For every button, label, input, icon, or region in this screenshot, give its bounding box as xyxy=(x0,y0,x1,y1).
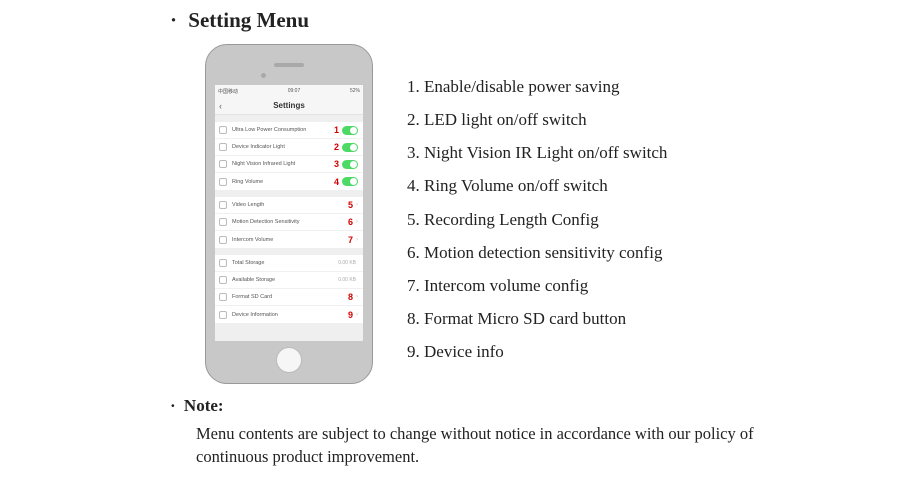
toggle-switch[interactable] xyxy=(342,126,358,135)
legend-item: 8. Format Micro SD card button xyxy=(407,302,667,335)
chevron-right-icon: › xyxy=(356,294,358,300)
row-icon xyxy=(219,126,227,134)
row-callout-number: 2 xyxy=(334,142,339,152)
settings-row: Total Storage0.00 KB xyxy=(215,255,363,272)
settings-row[interactable]: Device Indicator Light2 xyxy=(215,139,363,156)
note-body: Menu contents are subject to change with… xyxy=(196,422,756,468)
row-label: Available Storage xyxy=(232,277,338,283)
toggle-switch[interactable] xyxy=(342,160,358,169)
row-label: Format SD Card xyxy=(232,294,348,300)
row-label: Device Indicator Light xyxy=(232,144,334,150)
legend-item: 1. Enable/disable power saving xyxy=(407,70,667,103)
toggle-switch[interactable] xyxy=(342,177,358,186)
home-button[interactable] xyxy=(276,347,302,373)
toggle-switch[interactable] xyxy=(342,143,358,152)
nav-title: Settings xyxy=(273,101,305,110)
settings-row[interactable]: Ultra Low Power Consumption1 xyxy=(215,122,363,139)
chevron-right-icon: › xyxy=(356,237,358,243)
row-icon xyxy=(219,311,227,319)
settings-row[interactable]: Motion Detection Sensitivity6› xyxy=(215,214,363,231)
bullet-icon: · xyxy=(170,396,176,415)
row-icon xyxy=(219,201,227,209)
note-heading: · Note: xyxy=(170,396,224,416)
settings-row[interactable]: Ring Volume4 xyxy=(215,173,363,190)
phone-speaker xyxy=(274,63,304,67)
settings-row[interactable]: Device Information9› xyxy=(215,306,363,323)
clock-text: 09:07 xyxy=(288,88,301,94)
legend-item: 5. Recording Length Config xyxy=(407,203,667,236)
row-icon xyxy=(219,293,227,301)
note-heading-text: Note: xyxy=(184,396,224,415)
settings-row[interactable]: Video Length5› xyxy=(215,197,363,214)
legend-item: 2. LED light on/off switch xyxy=(407,103,667,136)
row-callout-number: 3 xyxy=(334,159,339,169)
carrier-text: 中国移动 xyxy=(218,88,238,95)
section-heading: · Setting Menu xyxy=(170,8,309,33)
settings-group: Video Length5›Motion Detection Sensitivi… xyxy=(215,197,363,248)
heading-text: Setting Menu xyxy=(188,8,309,32)
chevron-right-icon: › xyxy=(356,202,358,208)
row-callout-number: 1 xyxy=(334,125,339,135)
nav-bar: ‹ Settings xyxy=(215,97,363,115)
row-icon xyxy=(219,178,227,186)
legend-item: 4. Ring Volume on/off switch xyxy=(407,169,667,202)
chevron-right-icon: › xyxy=(356,219,358,225)
legend-list: 1. Enable/disable power saving2. LED lig… xyxy=(407,70,667,368)
row-callout-number: 8 xyxy=(348,292,353,302)
status-bar: 中国移动 09:07 52% xyxy=(215,85,363,97)
legend-item: 3. Night Vision IR Light on/off switch xyxy=(407,136,667,169)
row-callout-number: 4 xyxy=(334,177,339,187)
row-label: Motion Detection Sensitivity xyxy=(232,219,348,225)
settings-row: Available Storage0.00 KB xyxy=(215,272,363,289)
row-icon xyxy=(219,143,227,151)
settings-row[interactable]: Night Vision Infrared Light3 xyxy=(215,156,363,173)
row-label: Ring Volume xyxy=(232,179,334,185)
bullet-icon: · xyxy=(170,8,177,32)
legend-item: 9. Device info xyxy=(407,335,667,368)
row-callout-number: 6 xyxy=(348,217,353,227)
phone-screen: 中国移动 09:07 52% ‹ Settings Ultra Low Powe… xyxy=(215,85,363,341)
row-value: 0.00 KB xyxy=(338,277,356,283)
row-label: Device Information xyxy=(232,312,348,318)
phone-camera xyxy=(261,73,266,78)
row-callout-number: 9 xyxy=(348,310,353,320)
row-label: Intercom Volume xyxy=(232,237,348,243)
row-icon xyxy=(219,276,227,284)
row-callout-number: 7 xyxy=(348,235,353,245)
row-icon xyxy=(219,160,227,168)
settings-group: Ultra Low Power Consumption1Device Indic… xyxy=(215,122,363,190)
row-callout-number: 5 xyxy=(348,200,353,210)
battery-text: 52% xyxy=(350,88,360,94)
row-label: Night Vision Infrared Light xyxy=(232,161,334,167)
legend-item: 6. Motion detection sensitivity config xyxy=(407,236,667,269)
row-label: Ultra Low Power Consumption xyxy=(232,127,334,133)
settings-row[interactable]: Format SD Card8› xyxy=(215,289,363,306)
chevron-right-icon: › xyxy=(356,312,358,318)
settings-group: Total Storage0.00 KBAvailable Storage0.0… xyxy=(215,255,363,323)
row-icon xyxy=(219,218,227,226)
row-label: Video Length xyxy=(232,202,348,208)
row-value: 0.00 KB xyxy=(338,260,356,266)
row-icon xyxy=(219,259,227,267)
phone-mockup: 中国移动 09:07 52% ‹ Settings Ultra Low Powe… xyxy=(205,44,373,384)
back-chevron-icon[interactable]: ‹ xyxy=(219,97,222,115)
legend-item: 7. Intercom volume config xyxy=(407,269,667,302)
row-label: Total Storage xyxy=(232,260,338,266)
row-icon xyxy=(219,236,227,244)
settings-row[interactable]: Intercom Volume7› xyxy=(215,231,363,248)
